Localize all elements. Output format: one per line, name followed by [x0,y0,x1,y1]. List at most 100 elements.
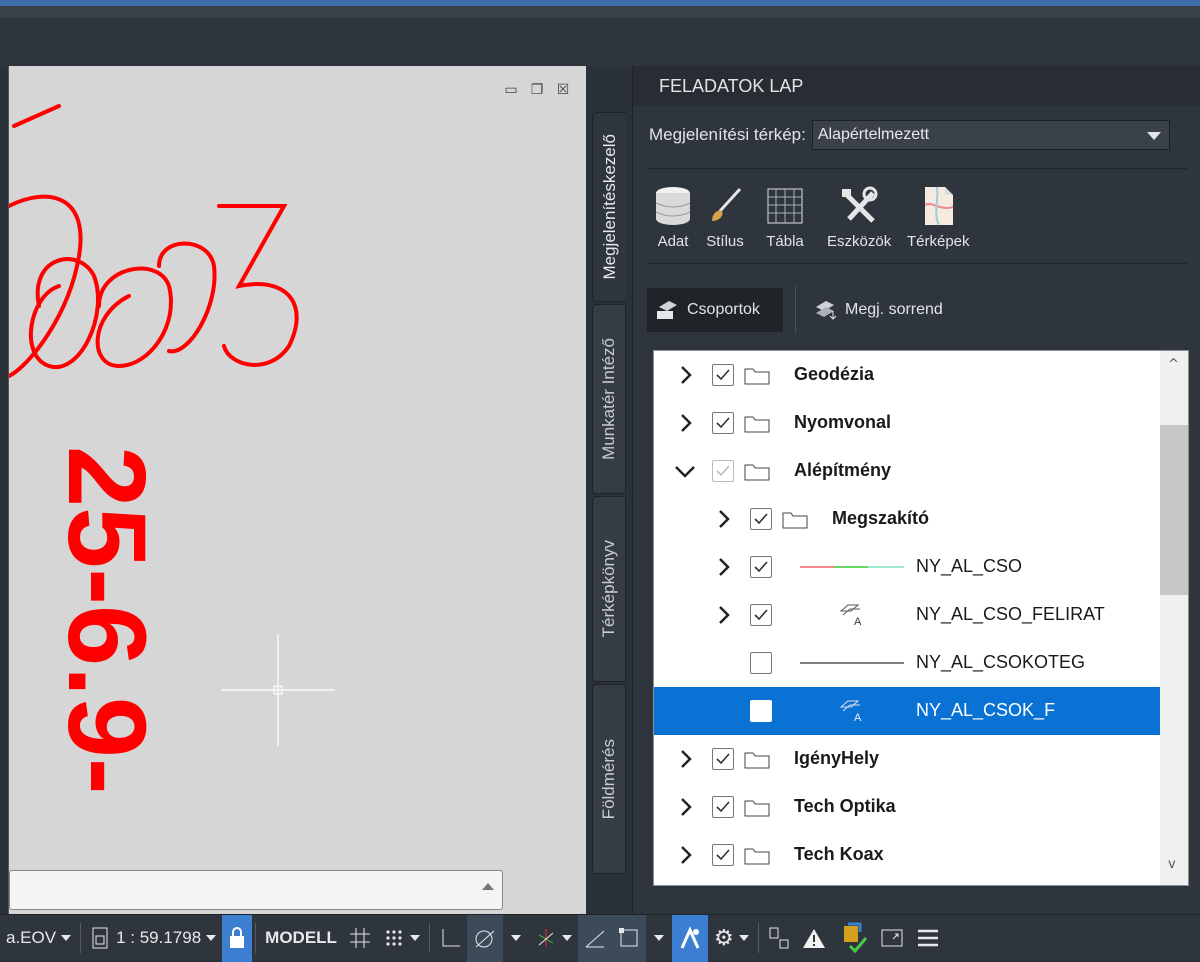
scrollbar-thumb[interactable] [1160,425,1188,595]
task-pane-tabs: Megjelenítéskezelő Munkatér Intéző Térké… [586,66,632,914]
layer-tree[interactable]: Geodézia Nyomvonal Alépítmény Megszakító… [653,350,1189,886]
maps-button[interactable]: Térképek [907,185,970,250]
layer-checkbox[interactable] [712,796,734,818]
layer-checkbox[interactable] [712,844,734,866]
layer-checkbox[interactable] [750,652,772,674]
layer-checkbox[interactable] [750,604,772,626]
folder-icon [744,368,770,385]
layer-name: Megszakító [832,508,930,528]
minimize-icon[interactable]: ▭ [502,82,520,98]
tree-row-tech-optika[interactable]: Tech Optika [654,783,1160,831]
layer-name: Tech Koax [794,844,884,864]
tab-foldmeres[interactable]: Földmérés [592,684,626,874]
object-snap-tracking-button[interactable] [577,914,612,962]
coordinate-system-button[interactable]: a.EOV [0,915,77,962]
divider [795,286,796,332]
chevron-up-icon[interactable]: ^ [1168,357,1179,372]
chevron-down-icon[interactable] [409,935,420,941]
workspace-button[interactable] [762,915,796,962]
model-space-button[interactable]: MODELL [259,915,343,962]
chevron-down-icon[interactable]: v [1168,857,1176,872]
chevron-right-icon[interactable] [680,797,692,817]
svg-text:A: A [854,616,862,627]
chevron-right-icon[interactable] [680,749,692,769]
grid-button[interactable] [343,915,377,962]
table-icon [765,185,805,227]
layer-checkbox[interactable] [750,508,772,530]
tab-megjelenites[interactable]: Megjelenítéskezelő [592,112,626,302]
tree-row-megszakito[interactable]: Megszakító [654,495,1160,543]
chevron-down-icon[interactable] [1146,132,1161,140]
scale-button[interactable]: 1 : 59.1798 [84,915,222,962]
restore-icon[interactable]: ❐ [528,82,546,98]
tools-label: Eszközök [827,233,892,250]
database-icon [653,185,693,227]
draw-order-label: Megj. sorrend [845,301,943,318]
polar-button[interactable] [466,914,503,962]
chevron-right-icon[interactable] [680,845,692,865]
draw-order-view-button[interactable]: Megj. sorrend [805,288,951,332]
tools-button[interactable]: Eszközök [827,185,891,250]
warning-button[interactable] [796,915,832,962]
chevron-right-icon[interactable] [680,365,692,385]
chevron-down-icon[interactable] [61,935,72,941]
layer-name: IgényHely [794,748,880,768]
ortho-button[interactable] [433,915,467,962]
update-button[interactable] [832,915,874,962]
tree-row-ny-al-cso[interactable]: NY_AL_CSO [654,543,1160,591]
layer-tree-scrollbar[interactable]: ^ v [1160,351,1188,885]
tab-munkater[interactable]: Munkatér Intéző [592,304,626,494]
layer-checkbox[interactable] [750,556,772,578]
customize-menu-button[interactable] [910,915,946,962]
snap-button[interactable] [377,915,426,962]
layer-checkbox[interactable] [712,460,734,482]
chevron-down-icon[interactable] [674,461,696,481]
annotation-icon [680,926,700,949]
layer-name: NY_AL_CSOKOTEG [916,652,1086,672]
layer-checkbox[interactable] [750,700,772,722]
tree-row-nyomvonal[interactable]: Nyomvonal [654,399,1160,447]
style-button[interactable]: Stílus [705,185,745,250]
chevron-down-icon[interactable] [561,935,572,941]
layer-checkbox[interactable] [712,364,734,386]
chevron-down-icon[interactable] [206,935,217,941]
line-style-icon [800,566,904,568]
chevron-up-icon[interactable] [482,883,494,890]
data-button[interactable]: Adat [653,185,693,250]
settings-button[interactable]: ⚙ [708,915,755,962]
layer-checkbox[interactable] [712,748,734,770]
tree-row-ny-al-csokoteg[interactable]: NY_AL_CSOKOTEG [654,639,1160,687]
object-snap-button[interactable] [611,914,646,962]
tree-row-geodezia[interactable]: Geodézia [654,351,1160,399]
layer-checkbox[interactable] [712,412,734,434]
display-map-select[interactable]: Alapértelmezett [811,120,1170,150]
chevron-down-icon[interactable] [738,935,749,941]
fullscreen-button[interactable] [874,915,910,962]
chevron-right-icon[interactable] [718,509,730,529]
chevron-right-icon[interactable] [680,413,692,433]
close-icon[interactable]: ☒ [554,82,572,98]
lock-button[interactable] [222,914,253,962]
chevron-down-icon[interactable] [653,935,664,941]
warning-icon [802,929,825,948]
isodraft-button[interactable] [529,915,578,962]
drawing-viewport[interactable]: 25-6.9- ▭ ❐ ☒ [8,66,586,914]
annotation-scale-button[interactable] [671,914,708,962]
tab-terkepkonyv[interactable]: Térképkönyv [592,496,626,682]
tree-row-ny-al-csok-f[interactable]: A NY_AL_CSOK_F [654,687,1160,735]
command-line[interactable] [9,870,503,910]
tree-row-tech-koax[interactable]: Tech Koax [654,831,1160,879]
drawing-handwriting [9,104,299,378]
groups-view-button[interactable]: Csoportok [647,288,783,332]
layer-name: Geodézia [794,364,875,384]
tree-row-igenyhely[interactable]: IgényHely [654,735,1160,783]
drawing-canvas: 25-6.9- [9,104,335,795]
chevron-right-icon[interactable] [718,557,730,577]
tree-row-alepitmeny[interactable]: Alépítmény [654,447,1160,495]
tree-row-ny-al-cso-felirat[interactable]: A NY_AL_CSO_FELIRAT [654,591,1160,639]
table-button[interactable]: Tábla [765,185,805,250]
drawing-label: 25-6.9- [45,446,168,795]
chevron-right-icon[interactable] [718,605,730,625]
chevron-down-icon[interactable] [510,935,521,941]
folder-icon [744,464,770,481]
